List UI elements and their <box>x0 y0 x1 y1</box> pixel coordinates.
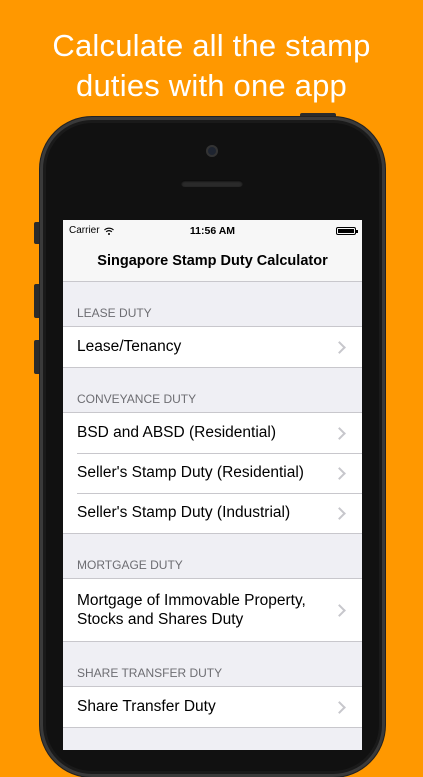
table-cell-label: Seller's Stamp Duty (Residential) <box>77 464 304 481</box>
section-header: MORTGAGE DUTY <box>77 558 183 572</box>
navigation-bar: Singapore Stamp Duty Calculator <box>63 241 362 282</box>
promo-line-1: Calculate all the stamp <box>52 28 371 63</box>
promo-line-2: duties with one app <box>76 68 347 103</box>
table-cell-label: BSD and ABSD (Residential) <box>77 424 277 441</box>
table-cell-label: Seller's Stamp Duty (Industrial) <box>77 504 291 521</box>
table-group: Mortgage of Immovable Property, Stocks a… <box>63 578 362 642</box>
battery-icon <box>336 226 358 235</box>
duty-list: LEASE DUTY Lease/Tenancy CONVEYANCE DUTY BS… <box>63 298 362 728</box>
chevron-right-icon <box>333 426 346 440</box>
table-group: Lease/Tenancy <box>63 326 362 368</box>
chevron-right-icon <box>333 506 346 520</box>
section-header: SHARE TRANSFER DUTY <box>77 666 223 680</box>
section-header: LEASE DUTY <box>77 306 152 320</box>
table-cell[interactable]: Mortgage of Immovable Property, Stocks a… <box>63 579 362 641</box>
table-group: BSD and ABSD (Residential) Seller's Stamp… <box>63 412 362 534</box>
table-cell-label: Mortgage of Immovable Property, Stocks a… <box>77 592 306 628</box>
chevron-right-icon <box>333 700 346 714</box>
page-title: Singapore Stamp Duty Calculator <box>97 253 328 269</box>
table-cell[interactable]: BSD and ABSD (Residential) <box>63 413 362 453</box>
status-bar: Carrier 11:56 AM <box>63 220 362 241</box>
table-cell-label: Share Transfer Duty <box>77 698 216 715</box>
camera-icon <box>206 145 218 157</box>
table-cell[interactable]: Seller's Stamp Duty (Residential) <box>63 453 362 493</box>
promo-headline: Calculate all the stamp duties with one … <box>0 26 423 106</box>
table-group: Share Transfer Duty <box>63 686 362 728</box>
chevron-right-icon <box>333 340 346 354</box>
table-cell[interactable]: Lease/Tenancy <box>63 327 362 367</box>
table-cell[interactable]: Share Transfer Duty <box>63 687 362 727</box>
table-cell[interactable]: Seller's Stamp Duty (Industrial) <box>63 493 362 533</box>
status-time: 11:56 AM <box>189 224 236 237</box>
speaker-grille <box>181 180 243 187</box>
table-cell-label: Lease/Tenancy <box>77 338 182 355</box>
chevron-right-icon <box>333 466 346 480</box>
chevron-right-icon <box>333 603 346 617</box>
section-header: CONVEYANCE DUTY <box>77 392 197 406</box>
app-screen: Carrier 11:56 AM Singapore Stamp Duty Ca… <box>63 220 362 750</box>
